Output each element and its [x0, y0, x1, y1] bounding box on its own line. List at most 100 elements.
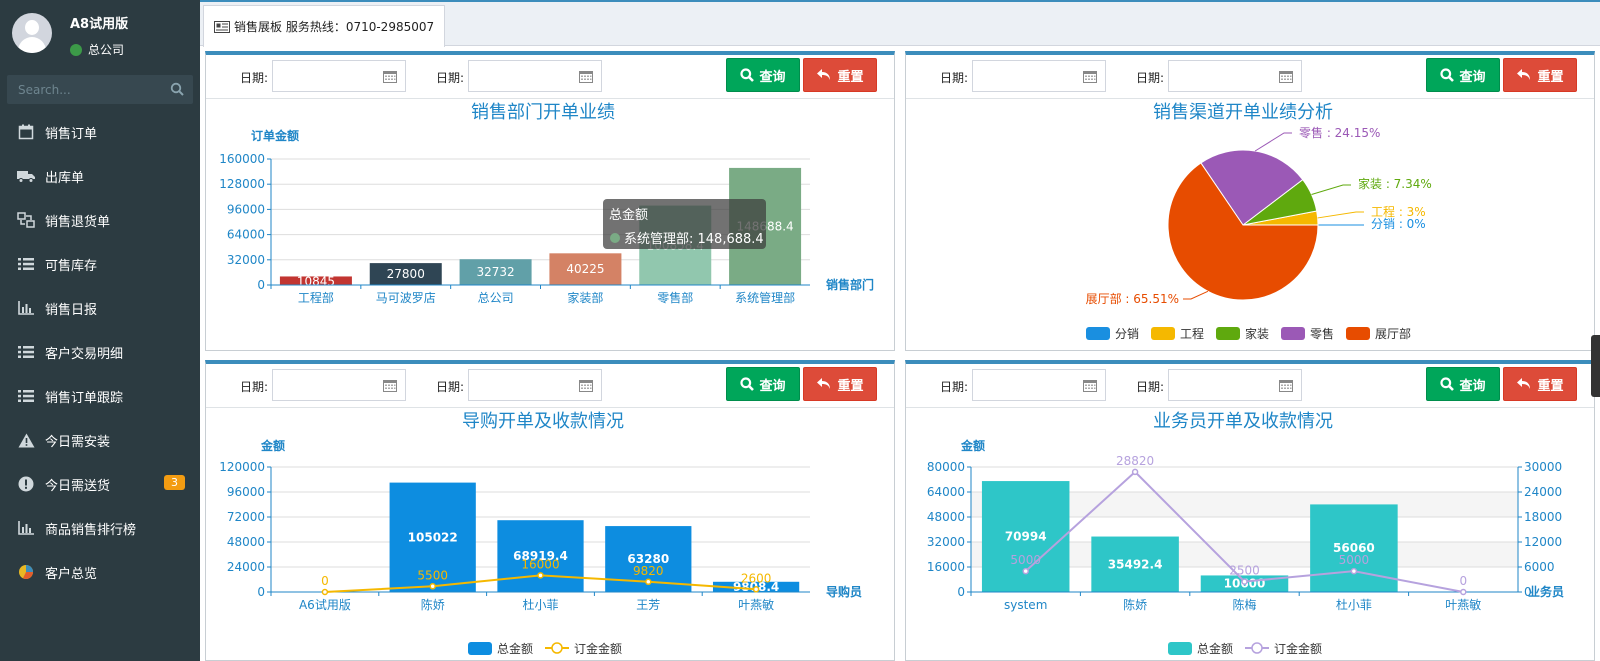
date-label: 日期: [240, 71, 269, 85]
query-button[interactable]: 查询 [1426, 367, 1500, 401]
panel-toolbar: 日期: 日期: 查询 重置 [906, 364, 1594, 408]
reset-button[interactable]: 重置 [1503, 367, 1577, 401]
x-axis-title: 业务员 [1528, 584, 1564, 599]
line-point [537, 572, 544, 579]
line-label: 2600 [741, 571, 772, 585]
chart-title: 销售部门开单业绩 [471, 102, 615, 123]
sidebar-item-11[interactable]: 客户总览 [0, 550, 200, 594]
legend-item[interactable]: 工程 [1151, 326, 1204, 341]
end-date-input[interactable] [468, 369, 602, 401]
search-icon[interactable] [170, 82, 184, 96]
reset-button[interactable]: 重置 [803, 58, 877, 92]
warning-icon [17, 431, 35, 449]
start-date-input[interactable] [972, 60, 1106, 92]
line-point [1241, 578, 1248, 585]
legend-item[interactable]: 家装 [1216, 326, 1269, 341]
sidebar-item-1[interactable]: 销售订单 [0, 110, 200, 154]
tab-sales-board[interactable]: 销售展板 服务热线：0710-2985007 [203, 5, 446, 47]
x-tick-label: 叶燕敏 [1445, 597, 1481, 612]
sidebar-item-5[interactable]: 销售日报 [0, 286, 200, 330]
end-date-input[interactable] [1168, 60, 1302, 92]
slice-label: 展厅部 : 65.51% [1086, 291, 1179, 306]
legend-item[interactable]: 订金金额 [545, 641, 622, 656]
panel-dept-performance: 日期: 日期: 查询 重置 销售部门开单业绩 订单金额 销售部门 0 32000 64000 960… [205, 51, 895, 351]
date-label: 日期: [940, 380, 969, 394]
sidebar-item-3[interactable]: 销售退货单 [0, 198, 200, 242]
y-tick-label: 120000 [219, 460, 265, 474]
legend-item[interactable]: 零售 [1281, 326, 1334, 341]
x-tick-label: 陈娇 [1123, 597, 1147, 612]
legend-item[interactable]: 订金金额 [1245, 641, 1322, 656]
label-line [1183, 290, 1209, 300]
end-date-input[interactable] [468, 60, 602, 92]
legend-item[interactable]: 总金额 [1168, 641, 1233, 656]
legend-swatch [1281, 327, 1305, 340]
sidebar-item-4[interactable]: 可售库存 [0, 242, 200, 286]
search-input[interactable] [7, 75, 167, 104]
sidebar-item-label: 今日需安装 [45, 434, 111, 450]
y-axis-title: 金额 [960, 438, 985, 453]
x-tick-label: 家装部 [567, 290, 603, 305]
sidebar-item-9[interactable]: 今日需送货 3 [0, 462, 200, 506]
guide-bar-line-chart: 导购开单及收款情况金额导购员 0 24000 48000 72000 96000 12000… [219, 411, 862, 656]
tooltip-text: 系统管理部: 148,688.4 [624, 232, 764, 247]
query-button[interactable]: 查询 [1426, 58, 1500, 92]
reset-label: 重置 [1537, 378, 1564, 394]
legend-item[interactable]: 分销 [1086, 327, 1139, 341]
sidebar-item-7[interactable]: 销售订单跟踪 [0, 374, 200, 418]
y-tick-label: 80000 [927, 460, 965, 474]
chart-title: 业务员开单及收款情况 [1153, 411, 1333, 432]
end-date-input[interactable] [1168, 369, 1302, 401]
notification-badge: 3 [164, 475, 185, 490]
sidebar-item-6[interactable]: 客户交易明细 [0, 330, 200, 374]
sidebar-item-8[interactable]: 今日需安装 [0, 418, 200, 462]
user-avatar[interactable] [12, 13, 52, 53]
query-button[interactable]: 查询 [726, 367, 800, 401]
calendar-icon [17, 123, 35, 141]
y-right-tick-label: 24000 [1524, 485, 1562, 499]
scrollbar-handle[interactable] [1591, 335, 1600, 397]
tooltip-marker-icon [610, 233, 620, 243]
sidebar-item-label: 出库单 [45, 170, 85, 186]
start-date-input[interactable] [972, 369, 1106, 401]
y-tick-label: 64000 [927, 485, 965, 499]
start-date-input[interactable] [272, 369, 406, 401]
x-axis-title: 销售部门 [826, 277, 874, 292]
legend-marker [551, 642, 563, 654]
channel-pie-chart: 销售渠道开单业绩分析分销 : 0%工程 : 3% 家装 : 7.34% 零售 : 2… [1086, 102, 1432, 341]
online-status-icon [70, 43, 82, 56]
reset-label: 重置 [837, 69, 864, 85]
x-tick-label: 杜小菲 [522, 597, 558, 612]
sidebar-item-2[interactable]: 出库单 [0, 154, 200, 198]
query-label: 查询 [759, 69, 786, 85]
label-line [1311, 184, 1351, 195]
legend-item[interactable]: 展厅部 [1346, 326, 1411, 341]
line-label: 5500 [417, 568, 448, 582]
y-right-tick-label: 0 [1524, 585, 1532, 599]
y-tick-label: 32000 [227, 253, 265, 267]
legend-swatch [1168, 642, 1192, 655]
line-point [1131, 468, 1139, 476]
start-date-input[interactable] [272, 60, 406, 92]
sidebar-item-10[interactable]: 商品销售排行榜 [0, 506, 200, 550]
reset-button[interactable]: 重置 [803, 367, 877, 401]
x-tick-label: 叶燕敏 [738, 597, 774, 612]
undo-icon [1517, 69, 1531, 80]
line-point [429, 583, 436, 590]
bar-chart-icon [17, 299, 35, 317]
line-label: 0 [1459, 574, 1467, 588]
panel-toolbar: 日期: 日期: 查询 重置 [206, 364, 894, 408]
reset-button[interactable]: 重置 [1503, 58, 1577, 92]
y-tick-label: 24000 [227, 560, 265, 574]
line-point [321, 588, 329, 596]
query-button[interactable]: 查询 [726, 58, 800, 92]
sidebar-item-label: 今日需送货 [45, 478, 111, 494]
date-label: 日期: [436, 380, 465, 394]
slice-label: 家装 : 7.34% [1358, 176, 1432, 191]
line-point [1350, 567, 1358, 575]
panel-salesperson: 日期: 日期: 查询 重置 业务员开单及收款情况 金额 业务员 0 16000 32000 4800… [905, 360, 1595, 661]
line-point [1022, 567, 1029, 575]
legend-item[interactable]: 总金额 [468, 641, 533, 656]
panel-channel-analysis: 日期: 日期: 查询 重置 销售渠道开单业绩分析 分销 : 0% 工程 : 3% 家装 : 7… [905, 51, 1595, 351]
panel-toolbar: 日期: 日期: 查询 重置 [206, 55, 894, 99]
